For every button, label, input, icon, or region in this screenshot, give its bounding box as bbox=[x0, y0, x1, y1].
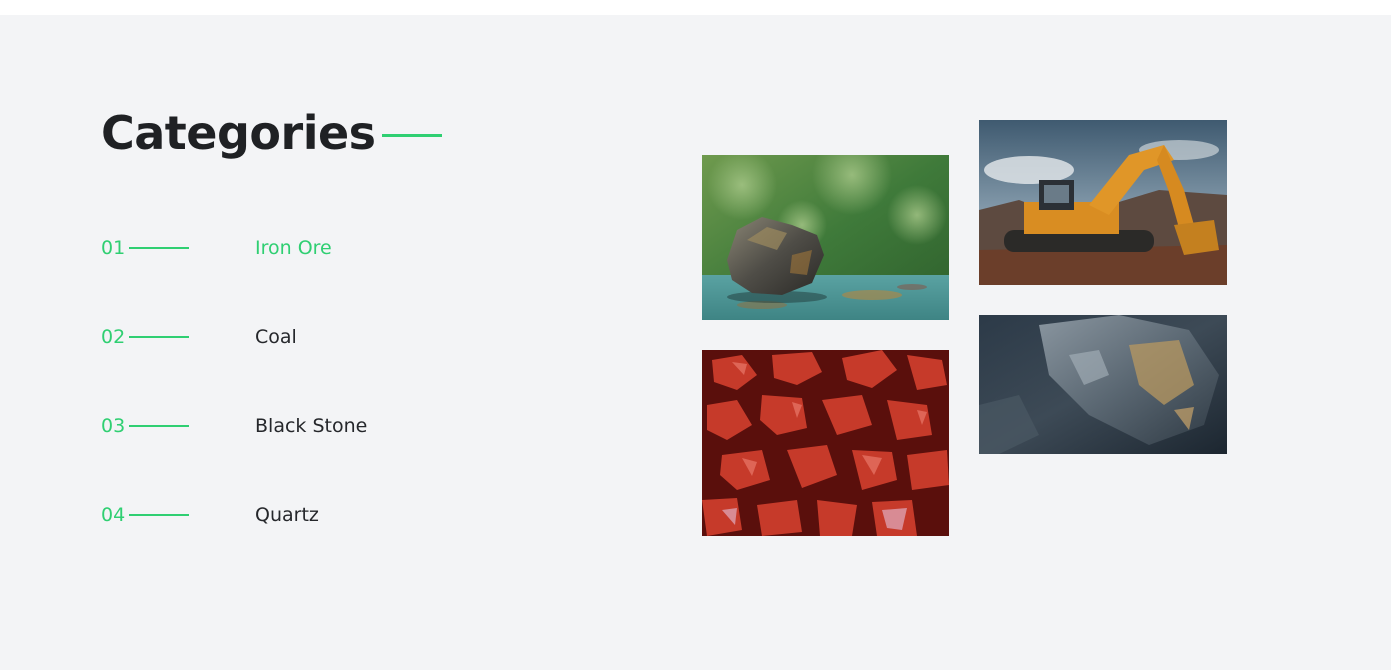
category-number: 01 bbox=[101, 237, 126, 259]
title-accent-line bbox=[381, 133, 442, 137]
red-stones-image bbox=[702, 350, 949, 536]
section-title: Categories bbox=[101, 103, 442, 163]
category-number: 02 bbox=[101, 326, 126, 348]
dark-rock-closeup-image bbox=[979, 315, 1227, 454]
category-accent-line bbox=[129, 336, 189, 338]
excavator-image bbox=[979, 120, 1227, 285]
category-item-quartz[interactable]: 04 Quartz bbox=[101, 500, 319, 530]
category-accent-line bbox=[129, 247, 189, 249]
category-label: Coal bbox=[255, 326, 297, 348]
category-label: Iron Ore bbox=[255, 237, 332, 259]
category-item-iron-ore[interactable]: 01 Iron Ore bbox=[101, 233, 332, 263]
iron-ore-rock-image bbox=[702, 155, 949, 320]
category-number: 03 bbox=[101, 415, 126, 437]
category-item-coal[interactable]: 02 Coal bbox=[101, 322, 297, 352]
category-accent-line bbox=[129, 425, 189, 427]
category-label: Quartz bbox=[255, 504, 319, 526]
section-title-text: Categories bbox=[101, 106, 376, 160]
category-item-black-stone[interactable]: 03 Black Stone bbox=[101, 411, 367, 441]
category-accent-line bbox=[129, 514, 189, 516]
category-number: 04 bbox=[101, 504, 126, 526]
category-label: Black Stone bbox=[255, 415, 368, 437]
